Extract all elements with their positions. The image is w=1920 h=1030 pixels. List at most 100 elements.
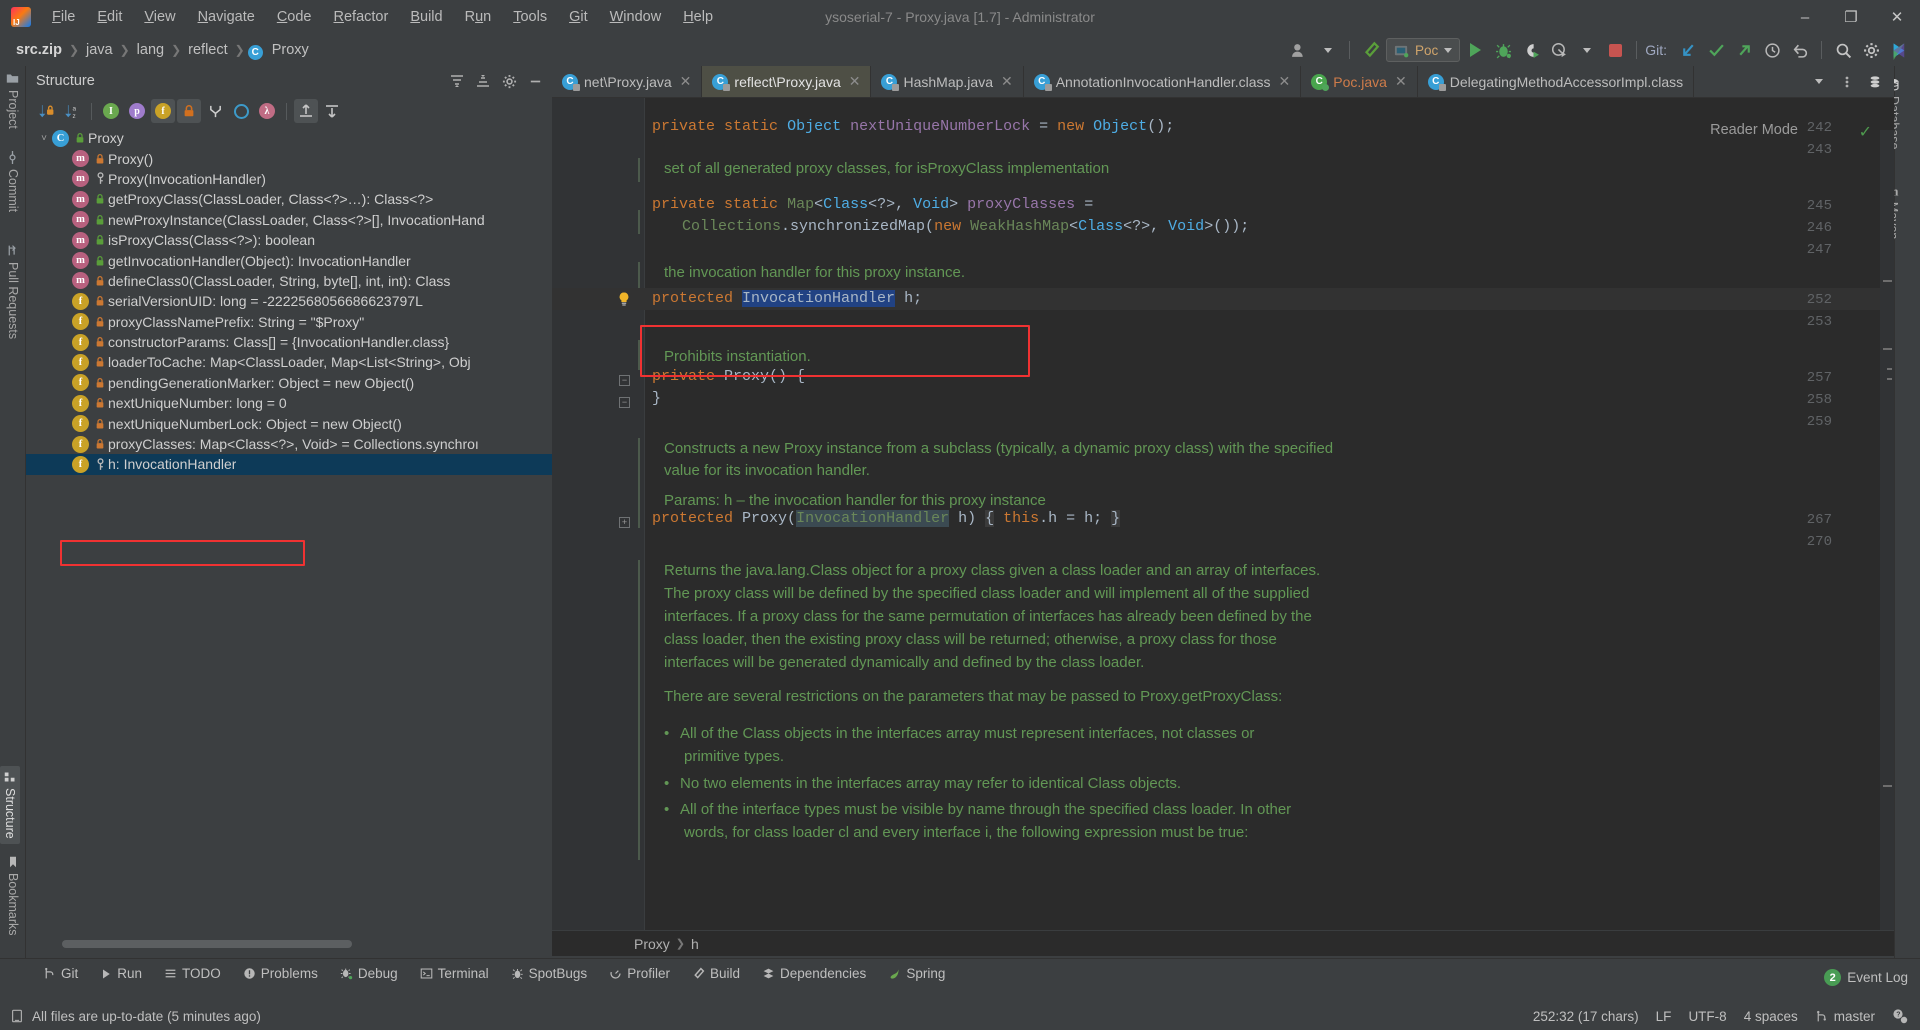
sort-alphabetically-icon[interactable]: az [60,99,84,123]
show-non-public-icon[interactable] [177,99,201,123]
editor-gutter[interactable] [552,98,644,930]
account-icon[interactable] [1287,38,1313,62]
file-encoding[interactable]: UTF-8 [1688,1009,1726,1024]
caret-position[interactable]: 252:32 (17 chars) [1533,1009,1639,1024]
tree-row[interactable]: f proxyClassNamePrefix: String = "$Proxy" [26,312,552,332]
scroll-from-source-icon[interactable] [294,99,318,123]
breadcrumb-item-proxy[interactable]: Proxy [268,40,313,60]
tool-window-button-run[interactable]: Run [89,963,153,984]
structure-hscrollbar-thumb[interactable] [62,940,352,948]
tool-window-button-spring[interactable]: Spring [877,963,956,984]
tool-window-button-build[interactable]: Build [681,963,751,984]
run-with-coverage-button[interactable] [1518,38,1544,62]
show-inherited-icon[interactable]: I [99,99,123,123]
structure-tree[interactable]: ˅ C Proxy m Proxy() m Proxy(InvocationHandler)… [26,126,552,956]
menu-refactor[interactable]: Refactor [323,5,400,29]
tree-row[interactable]: m newProxyInstance(ClassLoader, Class<?>[… [26,210,552,230]
tool-window-button-spotbugs[interactable]: SpotBugs [500,963,599,984]
stop-button[interactable] [1602,38,1628,62]
close-icon[interactable]: ✕ [1001,73,1013,90]
tree-row[interactable]: f serialVersionUID: long = -2222568056686… [26,291,552,311]
sidebar-item-project[interactable]: Project [6,72,20,129]
menu-tools[interactable]: Tools [502,5,558,29]
tree-row[interactable]: f proxyClasses: Map<Class<?>, Void> = Col… [26,434,552,454]
tree-row[interactable]: f h: InvocationHandler [26,454,552,475]
profiler-dropdown-icon[interactable] [1574,38,1600,62]
sidebar-item-commit[interactable]: Commit [6,151,20,212]
profiler-button[interactable] [1546,38,1572,62]
hide-panel-icon[interactable] [524,70,546,92]
git-branch-widget[interactable]: master [1815,1009,1875,1024]
git-commit-icon[interactable] [1703,38,1729,62]
tool-window-button-terminal[interactable]: Terminal [409,963,500,984]
minimize-button[interactable]: – [1782,0,1828,34]
menu-run[interactable]: Run [454,5,503,29]
settings-gear-icon[interactable] [498,70,520,92]
build-project-icon[interactable] [1358,38,1384,62]
editor-tab[interactable]: C HashMap.java ✕ [871,66,1024,97]
show-anonymous-icon[interactable] [203,99,227,123]
tab-options-icon[interactable] [1834,70,1860,94]
editor-tab[interactable]: C Poc.java ✕ [1301,66,1418,97]
debug-button[interactable] [1490,38,1516,62]
tool-window-button-problems[interactable]: Problems [232,963,329,984]
show-fields-icon[interactable]: f [151,99,175,123]
breadcrumb-class[interactable]: Proxy [634,936,670,952]
editor-scrollbar[interactable] [1880,130,1894,930]
tool-window-button-profiler[interactable]: Profiler [598,963,681,984]
menu-build[interactable]: Build [399,5,453,29]
expand-all-icon[interactable] [446,70,468,92]
fold-marker-collapse[interactable] [619,397,630,408]
editor-tab[interactable]: C DelegatingMethodAccessorImpl.class [1418,66,1695,97]
tree-row[interactable]: f nextUniqueNumberLock: Object = new Obje… [26,413,552,433]
collapse-all-icon[interactable] [472,70,494,92]
update-icon[interactable] [1886,38,1912,62]
tool-window-button-dependencies[interactable]: Dependencies [751,963,877,984]
indent-setting[interactable]: 4 spaces [1744,1009,1798,1024]
git-rollback-icon[interactable] [1787,38,1813,62]
reader-mode-label[interactable]: Reader Mode [1710,122,1798,138]
git-push-icon[interactable] [1731,38,1757,62]
search-icon[interactable] [1830,38,1856,62]
scroll-to-source-icon[interactable] [320,99,344,123]
structure-hscrollbar-track[interactable] [52,940,567,948]
tree-row[interactable]: m getInvocationHandler(Object): Invocatio… [26,250,552,270]
line-separator[interactable]: LF [1656,1009,1672,1024]
menu-file[interactable]: File [41,5,86,29]
maximize-button[interactable]: ❐ [1828,0,1874,34]
close-icon[interactable]: ✕ [680,73,692,90]
inspection-widget-icon[interactable]: ? [1892,1008,1908,1024]
breadcrumb-item-srczip[interactable]: src.zip [12,40,66,60]
tree-row[interactable]: m Proxy() [26,148,552,168]
sidebar-item-structure[interactable]: Structure [0,766,20,844]
gear-icon[interactable] [1858,38,1884,62]
breadcrumb-field[interactable]: h [691,936,699,952]
database-icon[interactable] [1862,70,1888,94]
git-history-icon[interactable] [1759,38,1785,62]
git-update-icon[interactable] [1675,38,1701,62]
tree-row[interactable]: m getProxyClass(ClassLoader, Class<?>…): … [26,189,552,209]
close-icon[interactable]: ✕ [1395,73,1407,90]
tree-row[interactable]: m defineClass0(ClassLoader, String, byte[… [26,271,552,291]
tool-window-button-debug[interactable]: Debug [329,963,409,984]
breadcrumb-item-lang[interactable]: lang [133,40,168,60]
sidebar-item-pull-requests[interactable]: Pull Requests [6,244,20,339]
code-editor[interactable]: 242 243 245 246 247 252 253 257 258 259 … [552,98,1894,930]
menu-git[interactable]: Git [558,5,599,29]
editor-tab[interactable]: Creflect\Proxy.java ✕ [702,66,872,97]
fold-marker-collapse[interactable] [619,375,630,386]
tree-row[interactable]: m Proxy(InvocationHandler) [26,169,552,189]
tree-row[interactable]: f loaderToCache: Map<ClassLoader, Map<Lis… [26,352,552,372]
fold-marker-expand[interactable] [619,517,630,528]
chevron-down-icon[interactable]: ˅ [36,133,52,144]
show-lambdas-icon[interactable]: λ [255,99,279,123]
show-properties-icon[interactable]: p [125,99,149,123]
event-log-button[interactable]: 2 Event Log [1824,969,1908,986]
tree-row[interactable]: f pendingGenerationMarker: Object = new O… [26,373,552,393]
tree-row[interactable]: f nextUniqueNumber: long = 0 [26,393,552,413]
show-interfaces-icon[interactable] [229,99,253,123]
close-button[interactable]: ✕ [1874,0,1920,34]
close-icon[interactable]: ✕ [1279,73,1291,90]
run-configuration-selector[interactable]: Poc [1385,38,1461,62]
menu-code[interactable]: Code [266,5,323,29]
